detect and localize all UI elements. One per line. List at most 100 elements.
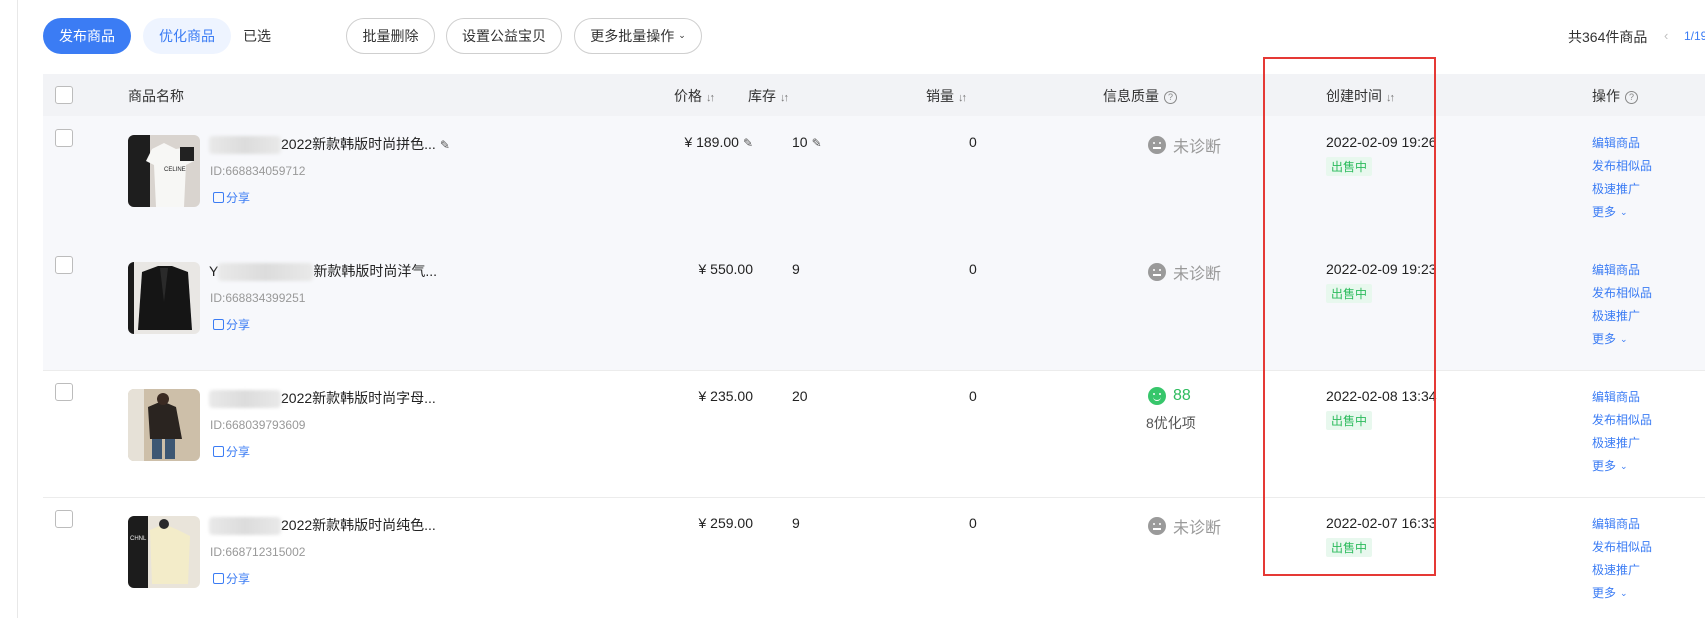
batch-delete-label: 批量删除: [362, 28, 419, 44]
row-checkbox[interactable]: [55, 510, 73, 528]
toolbar: 发布商品 优化商品 已选: [43, 18, 271, 54]
blurred-text: [218, 263, 314, 282]
quality-text: 未诊断: [1173, 520, 1222, 537]
batch-delete-button[interactable]: 批量删除: [346, 18, 435, 54]
title-prefix: Y: [209, 263, 219, 279]
header-quality: 信息质量?: [1103, 86, 1177, 106]
header-name-label: 商品名称: [128, 88, 184, 104]
quality-status: 未诊断: [1148, 133, 1221, 157]
quick-promote-link[interactable]: 极速推广: [1592, 564, 1652, 587]
product-id: ID:668834399251: [210, 291, 306, 305]
table-row: CHNL 2022新款韩版时尚纯色... ID:668712315002 分享 …: [43, 497, 1705, 624]
optimization-count[interactable]: 8优化项: [1146, 413, 1196, 433]
publish-similar-link[interactable]: 发布相似品: [1592, 414, 1652, 437]
product-sales: 0: [969, 515, 977, 531]
product-stock: 20: [792, 388, 808, 404]
quick-promote-link[interactable]: 极速推广: [1592, 183, 1652, 206]
product-sales: 0: [969, 261, 977, 277]
edit-product-link[interactable]: 编辑商品: [1592, 264, 1652, 287]
sort-icon: ↓↑: [958, 92, 967, 104]
share-button[interactable]: 分享: [213, 189, 250, 206]
product-title[interactable]: 2022新款韩版时尚字母...: [209, 388, 436, 409]
select-all-checkbox[interactable]: [55, 86, 73, 104]
help-icon[interactable]: ?: [1164, 90, 1177, 104]
product-thumbnail[interactable]: [128, 389, 200, 461]
highlight-box: [1263, 57, 1436, 576]
publish-similar-link[interactable]: 发布相似品: [1592, 287, 1652, 310]
header-price-label: 价格: [674, 88, 702, 104]
help-icon[interactable]: ?: [1625, 90, 1638, 104]
quality-text: 未诊断: [1173, 266, 1222, 283]
product-title-text: 2022新款韩版时尚纯色...: [281, 517, 436, 533]
total-count: 共364件商品: [1568, 29, 1648, 45]
product-thumbnail[interactable]: CELINE: [128, 135, 200, 207]
edit-icon[interactable]: ✎: [743, 136, 753, 150]
chevron-down-icon: ⌄: [1620, 207, 1628, 217]
smile-icon: [1148, 387, 1166, 405]
quick-promote-link[interactable]: 极速推广: [1592, 310, 1652, 333]
quick-promote-link[interactable]: 极速推广: [1592, 437, 1652, 460]
svg-text:CHNL: CHNL: [130, 536, 147, 542]
share-label: 分享: [226, 191, 251, 205]
row-checkbox[interactable]: [55, 256, 73, 274]
more-actions-link[interactable]: 更多 ⌄: [1592, 333, 1652, 356]
product-stock: 9: [792, 261, 800, 277]
more-label: 更多: [1592, 205, 1617, 219]
product-stock: 10 ✎: [792, 134, 822, 150]
share-label: 分享: [226, 572, 251, 586]
edit-icon[interactable]: ✎: [440, 138, 450, 152]
header-sales[interactable]: 销量 ↓↑: [926, 86, 967, 106]
more-actions-link[interactable]: 更多 ⌄: [1592, 587, 1652, 610]
share-icon: [213, 573, 224, 584]
quality-score[interactable]: 88: [1148, 387, 1191, 405]
row-actions: 编辑商品 发布相似品 极速推广 更多 ⌄: [1592, 391, 1652, 483]
publish-similar-link[interactable]: 发布相似品: [1592, 160, 1652, 183]
more-batch-label: 更多批量操作: [590, 28, 675, 44]
more-label: 更多: [1592, 586, 1617, 600]
set-charity-label: 设置公益宝贝: [462, 28, 546, 44]
product-id: ID:668039793609: [210, 418, 306, 432]
publish-product-button[interactable]: 发布商品: [43, 18, 131, 54]
edit-product-link[interactable]: 编辑商品: [1592, 391, 1652, 414]
row-actions: 编辑商品 发布相似品 极速推广 更多 ⌄: [1592, 518, 1652, 610]
blurred-text: [209, 517, 281, 536]
product-title-text: 2022新款韩版时尚字母...: [281, 390, 436, 406]
product-title[interactable]: 2022新款韩版时尚拼色... ✎: [209, 134, 450, 155]
header-stock-label: 库存: [748, 88, 776, 104]
chevron-down-icon: ⌄: [678, 29, 686, 40]
row-checkbox[interactable]: [55, 129, 73, 147]
set-charity-button[interactable]: 设置公益宝贝: [446, 18, 562, 54]
header-actions-label: 操作: [1592, 88, 1620, 104]
edit-icon[interactable]: ✎: [812, 136, 822, 150]
product-title[interactable]: 2022新款韩版时尚纯色...: [209, 515, 436, 536]
row-actions: 编辑商品 发布相似品 极速推广 更多 ⌄: [1592, 264, 1652, 356]
more-actions-link[interactable]: 更多 ⌄: [1592, 206, 1652, 229]
optimize-product-button[interactable]: 优化商品: [143, 18, 231, 54]
header-price[interactable]: 价格 ↓↑: [674, 86, 715, 106]
prev-page-button[interactable]: ‹: [1664, 28, 1668, 43]
product-thumbnail[interactable]: [128, 262, 200, 334]
edit-product-link[interactable]: 编辑商品: [1592, 518, 1652, 541]
more-label: 更多: [1592, 332, 1617, 346]
more-actions-link[interactable]: 更多 ⌄: [1592, 460, 1652, 483]
chevron-down-icon: ⌄: [1620, 334, 1628, 344]
share-button[interactable]: 分享: [213, 443, 250, 460]
product-title[interactable]: Y 新款韩版时尚洋气...: [209, 261, 437, 282]
product-price: ¥ 259.00: [698, 515, 754, 531]
share-button[interactable]: 分享: [213, 316, 250, 333]
quality-status: 未诊断: [1148, 514, 1221, 538]
share-label: 分享: [226, 318, 251, 332]
row-checkbox[interactable]: [55, 383, 73, 401]
header-name: 商品名称: [128, 86, 184, 106]
edit-product-link[interactable]: 编辑商品: [1592, 137, 1652, 160]
product-sales: 0: [969, 134, 977, 150]
product-thumbnail[interactable]: CHNL: [128, 516, 200, 588]
product-stock: 9: [792, 515, 800, 531]
product-price: ¥ 235.00: [698, 388, 754, 404]
more-batch-actions-button[interactable]: 更多批量操作 ⌄: [574, 18, 702, 54]
share-button[interactable]: 分享: [213, 570, 250, 587]
publish-similar-link[interactable]: 发布相似品: [1592, 541, 1652, 564]
quality-status: 未诊断: [1148, 260, 1221, 284]
page-indicator: 1/19: [1684, 29, 1705, 43]
header-stock[interactable]: 库存 ↓↑: [748, 86, 789, 106]
